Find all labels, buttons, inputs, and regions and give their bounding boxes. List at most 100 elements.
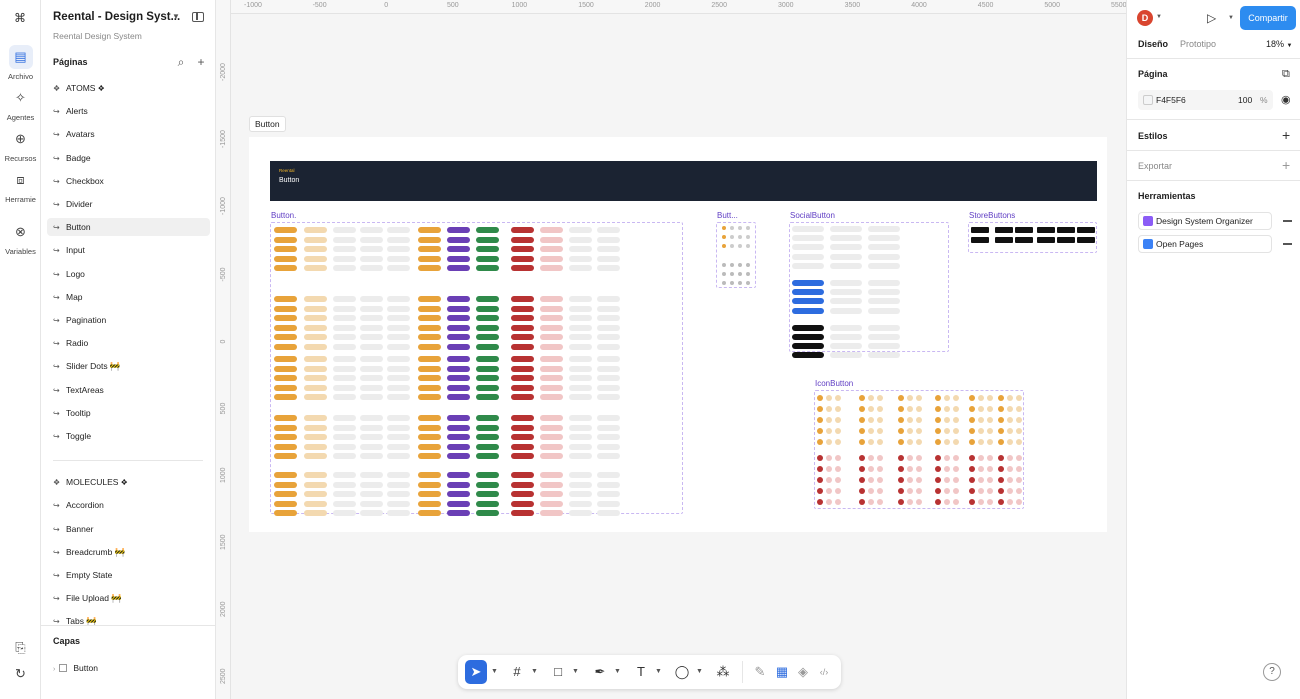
page-item[interactable]: ↪ Toggle	[47, 427, 210, 445]
actions-tool-icon[interactable]: ⁂	[713, 660, 733, 684]
small-button-preview	[738, 281, 742, 285]
page-item[interactable]: ↪ Button	[47, 218, 210, 237]
component-label-icon[interactable]: IconButton	[815, 379, 853, 388]
chevron-down-icon[interactable]: ▼	[491, 660, 498, 684]
button-preview	[569, 415, 592, 421]
eye-icon[interactable]: ◉	[1281, 94, 1291, 106]
ruler-x-label: 3000	[778, 2, 794, 9]
text-tool-icon[interactable]: T	[631, 660, 651, 684]
page-item[interactable]: ↪ Banner	[47, 520, 210, 538]
design-tool-icon[interactable]: ▦	[772, 660, 792, 684]
page-item[interactable]: ↪ Tooltip	[47, 404, 210, 422]
chevron-down-icon[interactable]: ▼	[1228, 15, 1234, 21]
icon-button-preview	[859, 406, 865, 412]
fill-hex[interactable]: F4F5F6	[1156, 95, 1186, 105]
page-item[interactable]: ↪ Checkbox	[47, 172, 210, 190]
play-icon[interactable]: ▷	[1207, 11, 1216, 25]
figma-logo-icon[interactable]: ⌘	[12, 10, 28, 26]
page-settings-icon[interactable]: ⧉	[1282, 68, 1290, 80]
avatar[interactable]: D	[1137, 10, 1153, 26]
chevron-down-icon[interactable]: ▼	[572, 660, 579, 684]
frame-label[interactable]: Button	[249, 116, 286, 132]
page-item[interactable]: ↪ Alerts	[47, 102, 210, 120]
panel-toggle-icon[interactable]	[192, 12, 204, 22]
tab-diseno[interactable]: Diseño	[1138, 39, 1168, 49]
frame-tool-icon[interactable]: #	[507, 660, 527, 684]
rail-recursos[interactable]: ⊕ Recursos	[0, 127, 41, 163]
page-item[interactable]: ↪ Pagination	[47, 311, 210, 329]
page-item[interactable]: ↪ TextAreas	[47, 381, 210, 399]
page-label: Input	[66, 245, 85, 256]
button-preview	[333, 236, 356, 243]
fill-opacity[interactable]: 100	[1238, 95, 1252, 105]
draw-tool-icon[interactable]: ✎	[750, 660, 770, 684]
rail-sync[interactable]: ↻	[0, 662, 41, 686]
small-button-preview	[722, 244, 726, 248]
component-label-store[interactable]: StoreButtons	[969, 211, 1015, 220]
chevron-down-icon[interactable]: ▼	[655, 660, 662, 684]
component-label-social[interactable]: SocialButton	[790, 211, 835, 220]
page-item[interactable]: ↪ Logo	[47, 265, 210, 283]
zoom-level[interactable]: 18% ▼	[1266, 39, 1292, 49]
component-tool-icon[interactable]: ◈	[793, 660, 813, 684]
page-item[interactable]: ↪ File Upload 🚧	[47, 589, 210, 607]
page-section[interactable]: ❖ ATOMS ❖	[47, 79, 210, 97]
page-item[interactable]: ↪ Divider	[47, 195, 210, 213]
share-button[interactable]: Compartir	[1240, 6, 1296, 30]
pen-tool-icon[interactable]: ✒	[590, 660, 610, 684]
page-item[interactable]: ↪ Input	[47, 241, 210, 259]
icon-button-preview	[935, 499, 941, 505]
remove-plugin-icon[interactable]	[1283, 220, 1292, 222]
chevron-down-icon[interactable]: ▼	[696, 660, 703, 684]
chevron-down-icon[interactable]: ▼	[1156, 14, 1162, 20]
rail-agentes[interactable]: ✧ Agentes	[0, 86, 41, 122]
search-icon[interactable]: ⌕	[175, 56, 187, 68]
layer-item[interactable]: › Button	[53, 663, 98, 673]
remove-plugin-icon[interactable]	[1283, 243, 1292, 245]
page-item[interactable]: ↪ Avatars	[47, 125, 210, 143]
chevron-down-icon[interactable]: ▼	[614, 660, 621, 684]
store-button-preview	[1057, 227, 1075, 233]
add-page-icon[interactable]: +	[195, 56, 207, 68]
social-button-set[interactable]	[789, 222, 949, 352]
code-tool-icon[interactable]: ‹/›	[814, 660, 834, 684]
color-chip[interactable]	[1143, 95, 1153, 105]
page-item[interactable]: ↪ Badge	[47, 149, 210, 167]
page-section[interactable]: ❖ MOLECULES ❖	[47, 473, 210, 491]
rail-herramientas[interactable]: ⧈ Herramie	[0, 168, 41, 204]
file-title[interactable]: Reental - Design Syst...	[53, 11, 180, 23]
page-item[interactable]: ↪ Accordion	[47, 496, 210, 514]
rail-translate[interactable]: ⎘	[0, 636, 41, 660]
move-tool-icon[interactable]: ➤	[465, 660, 487, 684]
button-preview	[274, 255, 297, 262]
add-export-icon[interactable]: +	[1282, 158, 1290, 172]
button-small-set[interactable]	[716, 222, 756, 288]
component-label-butt[interactable]: Butt...	[717, 211, 738, 220]
icon-button-preview	[978, 488, 984, 494]
button-preview	[304, 481, 327, 488]
button-preview	[476, 424, 499, 431]
plugin-open-pages[interactable]: Open Pages	[1138, 235, 1272, 253]
add-style-icon[interactable]: +	[1282, 128, 1290, 142]
page-item[interactable]: ↪ Slider Dots 🚧	[47, 357, 210, 375]
button-preview	[274, 305, 297, 312]
chevron-down-icon[interactable]: ▼	[531, 660, 538, 684]
store-button-preview	[971, 227, 989, 233]
ruler-x-label: 4500	[977, 2, 994, 9]
plugin-design-system-organizer[interactable]: Design System Organizer	[1138, 212, 1272, 230]
page-item[interactable]: ↪ Map	[47, 288, 210, 306]
background-fill[interactable]: F4F5F6 100 %	[1138, 90, 1273, 110]
component-label-button[interactable]: Button.	[271, 211, 296, 220]
rail-archivo[interactable]: ▤ Archivo	[0, 45, 41, 81]
page-item[interactable]: ↪ Tabs 🚧	[47, 612, 210, 630]
button-preview	[540, 255, 563, 262]
comment-tool-icon[interactable]: ◯	[672, 660, 692, 684]
rectangle-tool-icon[interactable]: □	[548, 660, 568, 684]
chevron-down-icon[interactable]: ▼	[172, 12, 180, 21]
tab-prototipo[interactable]: Prototipo	[1180, 39, 1216, 49]
rail-variables[interactable]: ⊗ Variables	[0, 220, 41, 256]
help-button[interactable]: ?	[1263, 663, 1281, 681]
page-item[interactable]: ↪ Empty State	[47, 566, 210, 584]
page-item[interactable]: ↪ Breadcrumb 🚧	[47, 543, 210, 561]
page-item[interactable]: ↪ Radio	[47, 334, 210, 352]
